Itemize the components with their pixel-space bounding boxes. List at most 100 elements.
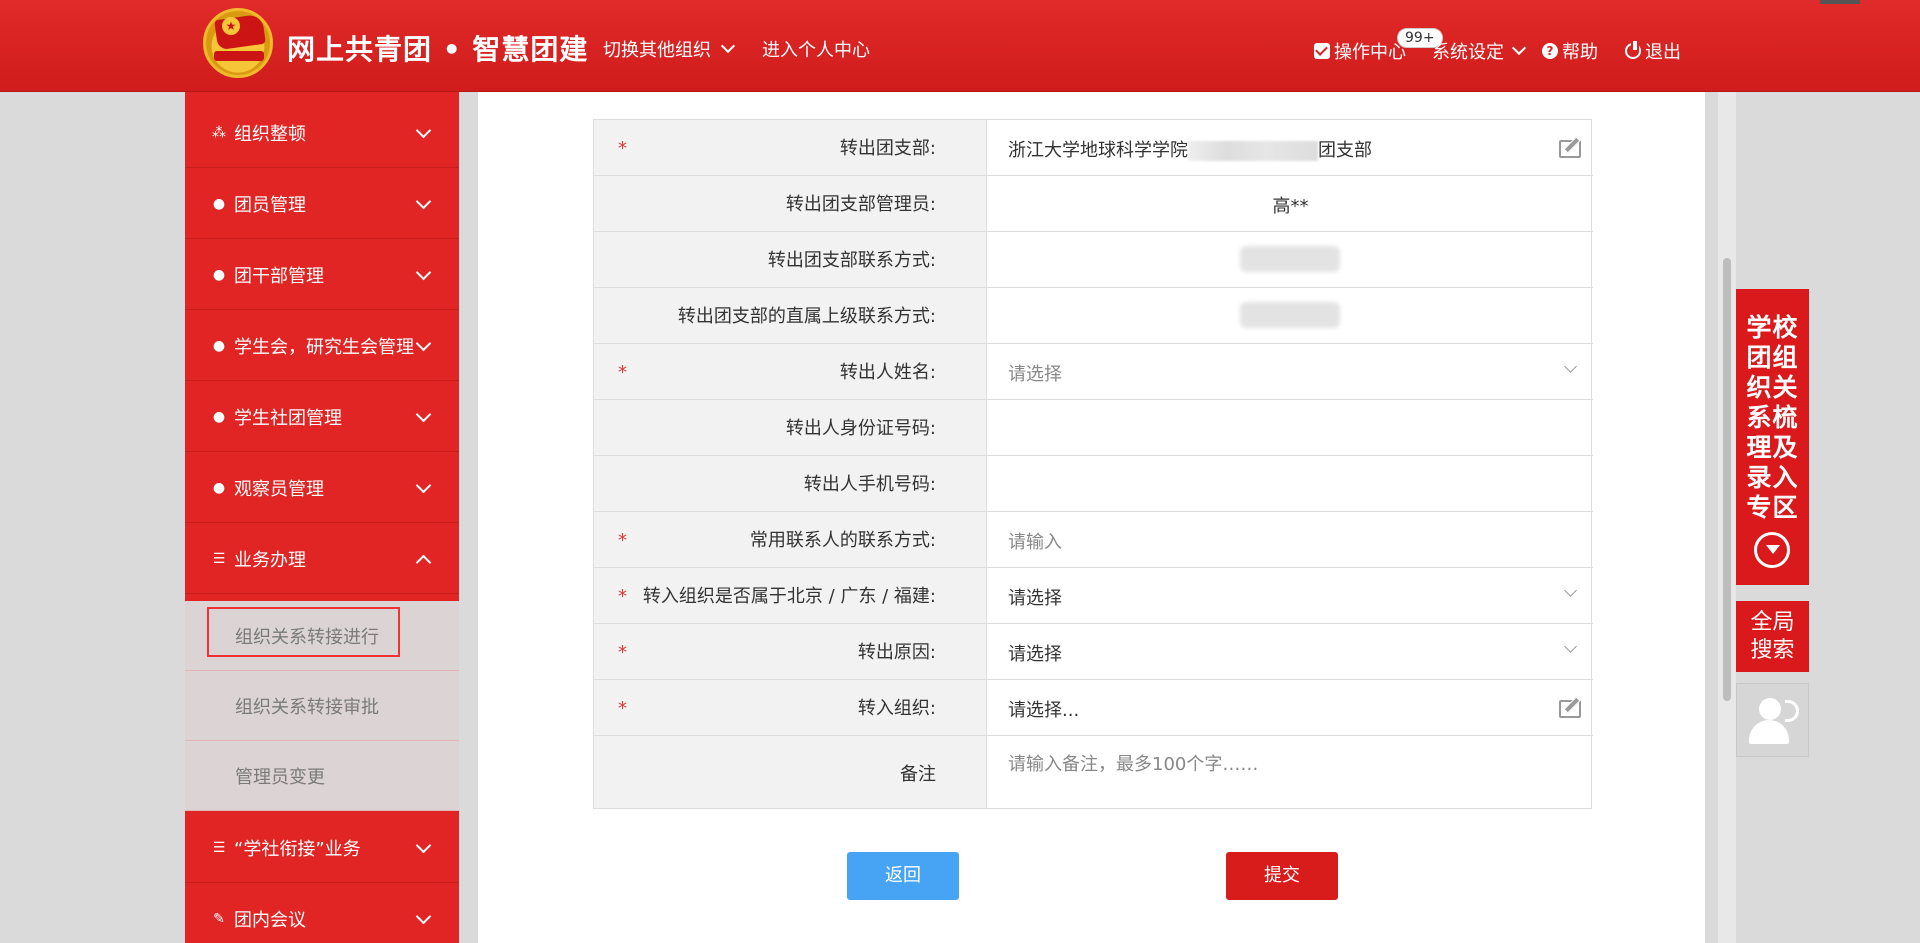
form-row-branch-contact: 转出团支部联系方式: bbox=[594, 232, 1593, 288]
branch-contact-field bbox=[988, 232, 1593, 287]
agent-icon bbox=[1759, 698, 1781, 720]
sidebar-subitem-label: 组织关系转接审批 bbox=[235, 696, 379, 718]
required-mark: * bbox=[618, 138, 627, 159]
form-row-remark: 备注 请输入备注，最多100个字…… bbox=[594, 736, 1593, 808]
back-button[interactable]: 返回 bbox=[847, 852, 959, 900]
target-org-field[interactable]: 请选择... bbox=[988, 680, 1593, 735]
personal-center-label: 进入个人中心 bbox=[762, 40, 870, 61]
top-header: ★ 网上共青团 • 智慧团建 切换其他组织 进入个人中心 操作中心 99+ 系统… bbox=[0, 0, 1920, 92]
required-mark: * bbox=[618, 642, 627, 663]
sidebar-item-label: “学社衔接”业务 bbox=[234, 838, 361, 860]
personal-center-link[interactable]: 进入个人中心 bbox=[762, 36, 870, 62]
form-row-target-org: * 转入组织: 请选择... bbox=[594, 680, 1593, 736]
logout-link[interactable]: 退出 bbox=[1625, 38, 1681, 64]
person-name-select[interactable]: 请选择 bbox=[988, 344, 1593, 399]
chevron-down-icon bbox=[720, 38, 736, 54]
search-label-line1: 全局 bbox=[1750, 610, 1795, 635]
form-row-out-branch: * 转出团支部: 浙江大学地球科学学院 团支部 bbox=[594, 120, 1593, 176]
id-number-field bbox=[988, 400, 1593, 455]
redacted-text bbox=[1240, 246, 1340, 272]
ops-center-link[interactable]: 操作中心 bbox=[1314, 38, 1406, 64]
sidebar-item-label: 组织整顿 bbox=[234, 123, 306, 145]
sidebar-item-observers[interactable]: ● 观察员管理 bbox=[185, 453, 459, 523]
required-mark: * bbox=[618, 530, 627, 551]
users-icon: ● bbox=[212, 266, 226, 283]
sidebar-item-business[interactable]: ☰ 业务办理 bbox=[185, 524, 459, 594]
sidebar-item-org-rectify[interactable]: ⁂ 组织整顿 bbox=[185, 98, 459, 168]
league-logo[interactable]: ★ bbox=[203, 8, 273, 78]
sidebar-item-school-society[interactable]: ☰ “学社衔接”业务 bbox=[185, 813, 459, 883]
sidebar-subitem-transfer-approval[interactable]: 组织关系转接审批 bbox=[185, 671, 459, 741]
sidebar-item-label: 观察员管理 bbox=[234, 478, 324, 500]
system-settings-menu[interactable]: 系统设定 bbox=[1432, 38, 1527, 64]
submit-button[interactable]: 提交 bbox=[1226, 852, 1338, 900]
chevron-down-icon bbox=[415, 837, 432, 854]
users-icon: ● bbox=[212, 337, 226, 354]
edit-icon: ✎ bbox=[213, 910, 225, 927]
form-row-phone: 转出人手机号码: bbox=[594, 456, 1593, 512]
form-row-region: * 转入组织是否属于北京 / 广东 / 福建: 请选择 bbox=[594, 568, 1593, 624]
users-icon: ● bbox=[212, 408, 226, 425]
field-label: 转出团支部管理员: bbox=[785, 194, 936, 215]
out-branch-field[interactable]: 浙江大学地球科学学院 团支部 bbox=[988, 120, 1593, 175]
org-sorting-zone-panel[interactable]: 学校团组织关系梳理及录入专区 bbox=[1736, 289, 1809, 585]
form-row-reason: * 转出原因: 请选择 bbox=[594, 624, 1593, 680]
system-settings-label: 系统设定 bbox=[1432, 42, 1504, 63]
sidebar-item-label: 业务办理 bbox=[234, 549, 306, 571]
field-placeholder: 请选择 bbox=[1008, 588, 1062, 609]
global-search-button[interactable]: 全局 搜索 bbox=[1736, 601, 1809, 672]
remark-textarea[interactable]: 请输入备注，最多100个字…… bbox=[988, 736, 1593, 808]
question-icon: ? bbox=[1542, 43, 1558, 59]
sidebar-subitem-transfer-in-progress[interactable]: 组织关系转接进行 bbox=[185, 601, 459, 671]
sidebar-subitem-label: 管理员变更 bbox=[235, 766, 325, 788]
circle-down-icon[interactable] bbox=[1754, 532, 1790, 568]
common-contact-input[interactable]: 请输入 bbox=[988, 512, 1593, 567]
branch-admin-field: 高** bbox=[988, 176, 1593, 231]
help-label: 帮助 bbox=[1562, 42, 1598, 63]
field-label: 转出团支部联系方式: bbox=[767, 250, 936, 271]
scrollbar-thumb[interactable] bbox=[1723, 258, 1731, 701]
edit-icon[interactable] bbox=[1559, 140, 1581, 158]
customer-service-button[interactable] bbox=[1736, 683, 1809, 757]
field-label: 备注 bbox=[900, 764, 936, 785]
redacted-text bbox=[1240, 302, 1340, 328]
region-select[interactable]: 请选择 bbox=[988, 568, 1593, 623]
form-row-branch-admin: 转出团支部管理员: 高** bbox=[594, 176, 1593, 232]
active-highlight bbox=[207, 607, 400, 657]
phone-field bbox=[988, 456, 1593, 511]
required-mark: * bbox=[618, 698, 627, 719]
transfer-form: * 转出团支部: 浙江大学地球科学学院 团支部 转出团支部管理员: 高** 转出团支… bbox=[593, 119, 1593, 809]
chevron-down-icon bbox=[415, 193, 432, 210]
panel-label: 学校团组织关系梳理及录入专区 bbox=[1746, 313, 1799, 522]
flag-icon bbox=[214, 13, 266, 51]
ribbon-icon bbox=[214, 51, 264, 61]
search-label-line2: 搜索 bbox=[1750, 638, 1795, 663]
power-icon bbox=[1625, 41, 1641, 59]
sidebar-item-clubs[interactable]: ● 学生社团管理 bbox=[185, 382, 459, 452]
sidebar-item-meetings[interactable]: ✎ 团内会议 bbox=[185, 884, 459, 943]
sidebar-item-student-union[interactable]: ● 学生会，研究生会管理 bbox=[185, 311, 459, 381]
org-chart-icon: ⁂ bbox=[212, 124, 226, 141]
sidebar-item-label: 团员管理 bbox=[234, 194, 306, 216]
redacted-text bbox=[1188, 141, 1318, 161]
sidebar-item-cadres[interactable]: ● 团干部管理 bbox=[185, 240, 459, 310]
field-placeholder: 请输入备注，最多100个字…… bbox=[1008, 754, 1259, 775]
switch-org-menu[interactable]: 切换其他组织 bbox=[603, 36, 736, 62]
sidebar-item-label: 团干部管理 bbox=[234, 265, 324, 287]
chevron-down-icon bbox=[415, 406, 432, 423]
logout-label: 退出 bbox=[1645, 42, 1681, 63]
help-link[interactable]: ? 帮助 bbox=[1542, 38, 1598, 64]
field-value: 高** bbox=[1272, 196, 1309, 217]
ops-center-label: 操作中心 bbox=[1334, 42, 1406, 63]
field-value: 浙江大学地球科学学院 bbox=[1008, 140, 1188, 161]
field-label: 转出团支部的直属上级联系方式: bbox=[677, 306, 936, 327]
site-title: 网上共青团 • 智慧团建 bbox=[287, 33, 589, 66]
field-label: 转出团支部: bbox=[839, 138, 936, 159]
field-value-suffix: 团支部 bbox=[1318, 140, 1372, 161]
sidebar-item-members[interactable]: ● 团员管理 bbox=[185, 169, 459, 239]
edit-icon[interactable] bbox=[1559, 700, 1581, 718]
sidebar-subitem-admin-change[interactable]: 管理员变更 bbox=[185, 741, 459, 811]
chevron-down-icon bbox=[1564, 640, 1577, 653]
reason-select[interactable]: 请选择 bbox=[988, 624, 1593, 679]
chevron-down-icon bbox=[1564, 584, 1577, 597]
